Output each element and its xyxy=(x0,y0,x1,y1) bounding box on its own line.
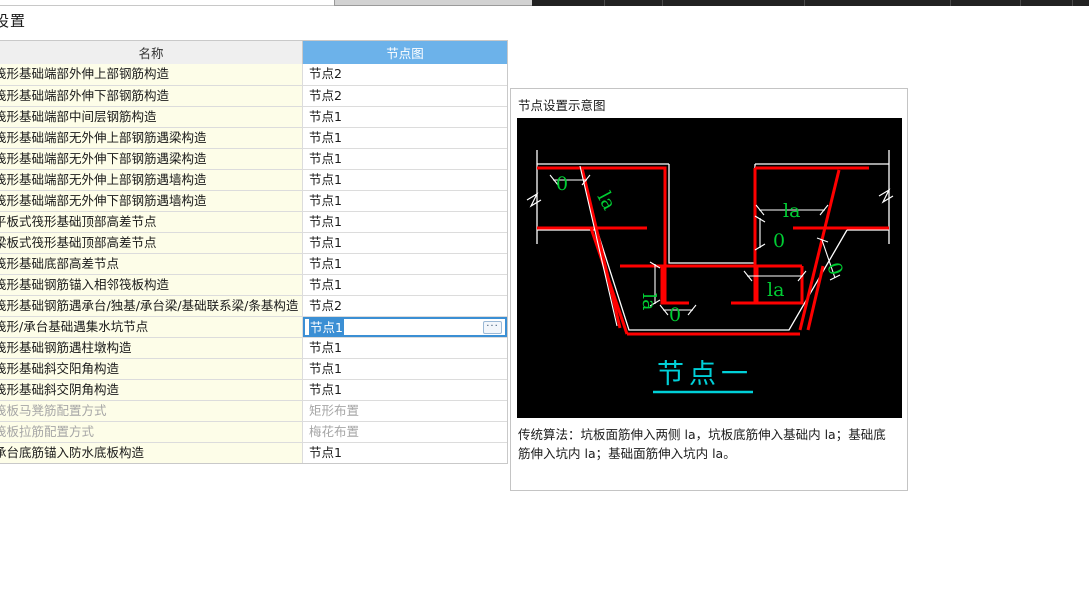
cell-name[interactable]: 筏形基础端部无外伸上部钢筋遇梁构造 xyxy=(0,128,303,148)
cell-node-value[interactable]: 节点2 xyxy=(303,296,507,316)
cell-node-value[interactable]: 节点2 xyxy=(303,64,507,85)
cell-name[interactable]: 筏板拉筋配置方式 xyxy=(0,422,303,442)
cell-node-value[interactable]: 节点1 xyxy=(303,233,507,253)
chrome-divider xyxy=(604,0,605,6)
cell-name[interactable]: 筏形/承台基础遇集水坑节点 xyxy=(0,317,303,337)
chrome-divider xyxy=(1020,0,1021,6)
cell-name[interactable]: 筏形基础底部高差节点 xyxy=(0,254,303,274)
window-chrome-strip xyxy=(0,0,1089,6)
rebar-lines xyxy=(537,166,889,336)
chrome-divider xyxy=(804,0,805,6)
table-row[interactable]: 筏形基础端部无外伸上部钢筋遇梁构造 节点1 xyxy=(0,127,507,148)
cell-name[interactable]: 筏形基础钢筋遇承台/独基/承台梁/基础联系梁/条基构造 xyxy=(0,296,303,316)
svg-text:la: la xyxy=(783,200,800,222)
svg-text:la: la xyxy=(767,279,784,301)
cell-node-value[interactable]: 节点1 xyxy=(303,443,507,463)
svg-text:0: 0 xyxy=(669,304,681,326)
water-pit-section-drawing: 0 la la 0 0 la la 0 节点一 xyxy=(526,150,894,394)
cell-node-value[interactable]: 节点1 xyxy=(303,275,507,295)
page-title: 设置 xyxy=(0,12,27,30)
cell-node-value[interactable]: 节点1 xyxy=(303,170,507,190)
cell-name[interactable]: 筏形基础端部外伸下部钢筋构造 xyxy=(0,86,303,106)
chrome-divider xyxy=(1072,0,1073,6)
table-row[interactable]: 筏形基础钢筋遇承台/独基/承台梁/基础联系梁/条基构造 节点2 xyxy=(0,295,507,316)
cell-name[interactable]: 筏形基础端部无外伸下部钢筋遇墙构造 xyxy=(0,191,303,211)
table-row[interactable]: 筏形基础斜交阳角构造 节点1 xyxy=(0,358,507,379)
table-row[interactable]: 梁板式筏形基础顶部高差节点 节点1 xyxy=(0,232,507,253)
table-row[interactable]: 筏板拉筋配置方式 梅花布置 xyxy=(0,421,507,442)
cell-name[interactable]: 筏形基础钢筋遇柱墩构造 xyxy=(0,338,303,358)
ellipsis-button[interactable]: ··· xyxy=(483,321,502,334)
cell-name[interactable]: 筏形基础钢筋锚入相邻筏板构造 xyxy=(0,275,303,295)
cell-node-value[interactable]: 节点1 xyxy=(303,338,507,358)
node-settings-grid: 名称 节点图 筏形基础端部外伸上部钢筋构造 节点2 筏形基础端部外伸下部钢筋构造 节点… xyxy=(0,40,508,464)
cell-node-value[interactable]: 节点1 xyxy=(303,254,507,274)
cell-node-value[interactable]: 梅花布置 xyxy=(303,422,507,442)
table-row[interactable]: 筏形基础底部高差节点 节点1 xyxy=(0,253,507,274)
grid-header-row: 名称 节点图 xyxy=(0,41,507,64)
diagram-panel-label: 节点设置示意图 xyxy=(518,98,606,113)
cell-node-value[interactable]: 节点1 xyxy=(303,380,507,400)
svg-text:la: la xyxy=(593,188,621,214)
cell-name[interactable]: 筏形基础端部中间层钢筋构造 xyxy=(0,107,303,127)
cell-node-value[interactable]: 节点1 xyxy=(303,128,507,148)
table-row[interactable]: 筏形基础端部无外伸上部钢筋遇墙构造 节点1 xyxy=(0,169,507,190)
table-row[interactable]: 平板式筏形基础顶部高差节点 节点1 xyxy=(0,211,507,232)
svg-text:节点一: 节点一 xyxy=(657,359,753,390)
break-symbols xyxy=(526,188,894,208)
svg-text:la: la xyxy=(638,293,660,310)
diagram-title: 节点一 xyxy=(653,359,753,394)
column-header-name[interactable]: 名称 xyxy=(0,41,303,64)
cell-node-value[interactable]: 节点1 xyxy=(303,212,507,232)
cell-node-value[interactable]: 矩形布置 xyxy=(303,401,507,421)
cell-node-value[interactable]: 节点1 xyxy=(303,107,507,127)
cell-node-value[interactable]: 节点1 xyxy=(303,149,507,169)
cell-name[interactable]: 筏形基础端部外伸上部钢筋构造 xyxy=(0,64,303,85)
svg-text:0: 0 xyxy=(556,173,568,195)
table-row[interactable]: 筏形/承台基础遇集水坑节点 节点1 ··· xyxy=(0,316,507,337)
chrome-active-tab[interactable] xyxy=(334,0,532,6)
table-row[interactable]: 筏形基础钢筋锚入相邻筏板构造 节点1 xyxy=(0,274,507,295)
table-row[interactable]: 筏形基础斜交阴角构造 节点1 xyxy=(0,379,507,400)
table-row[interactable]: 筏形基础端部外伸下部钢筋构造 节点2 xyxy=(0,85,507,106)
cell-name[interactable]: 筏板马凳筋配置方式 xyxy=(0,401,303,421)
cell-node-value[interactable]: 节点2 xyxy=(303,86,507,106)
diagram-canvas[interactable]: 0 la la 0 0 la la 0 节点一 xyxy=(517,118,902,418)
cell-name[interactable]: 平板式筏形基础顶部高差节点 xyxy=(0,212,303,232)
cell-name[interactable]: 筏形基础端部无外伸下部钢筋遇梁构造 xyxy=(0,149,303,169)
node-diagram-panel: 节点设置示意图 0 la la 0 0 la la 0 节点一 传统算法：坑板面… xyxy=(510,88,908,491)
grid-body: 筏形基础端部外伸上部钢筋构造 节点2 筏形基础端部外伸下部钢筋构造 节点2 筏形基础端部… xyxy=(0,64,507,463)
column-header-node[interactable]: 节点图 xyxy=(303,41,507,64)
cell-name[interactable]: 筏形基础斜交阴角构造 xyxy=(0,380,303,400)
cell-name[interactable]: 筏形基础斜交阳角构造 xyxy=(0,359,303,379)
table-row[interactable]: 筏形基础端部外伸上部钢筋构造 节点2 xyxy=(0,64,507,85)
cell-node-value[interactable]: 节点1 ··· xyxy=(303,317,507,337)
cell-name[interactable]: 承台底筋锚入防水底板构造 xyxy=(0,443,303,463)
diagram-caption: 传统算法：坑板面筋伸入两侧 la，坑板底筋伸入基础内 la；基础底筋伸入坑内 l… xyxy=(518,427,886,461)
table-row[interactable]: 承台底筋锚入防水底板构造 节点1 xyxy=(0,442,507,463)
table-row[interactable]: 筏形基础端部无外伸下部钢筋遇墙构造 节点1 xyxy=(0,190,507,211)
cell-node-value[interactable]: 节点1 xyxy=(303,359,507,379)
chrome-dark-toolbar[interactable] xyxy=(532,0,1089,6)
chrome-tab-strip-left[interactable] xyxy=(0,0,334,6)
cell-name[interactable]: 筏形基础端部无外伸上部钢筋遇墙构造 xyxy=(0,170,303,190)
table-row[interactable]: 筏板马凳筋配置方式 矩形布置 xyxy=(0,400,507,421)
chrome-divider xyxy=(662,0,663,6)
selected-cell-text: 节点1 xyxy=(309,319,344,335)
chrome-divider xyxy=(950,0,951,6)
cell-name[interactable]: 梁板式筏形基础顶部高差节点 xyxy=(0,233,303,253)
svg-text:0: 0 xyxy=(773,230,785,252)
table-row[interactable]: 筏形基础端部中间层钢筋构造 节点1 xyxy=(0,106,507,127)
table-row[interactable]: 筏形基础钢筋遇柱墩构造 节点1 xyxy=(0,337,507,358)
cell-node-value[interactable]: 节点1 xyxy=(303,191,507,211)
table-row[interactable]: 筏形基础端部无外伸下部钢筋遇梁构造 节点1 xyxy=(0,148,507,169)
